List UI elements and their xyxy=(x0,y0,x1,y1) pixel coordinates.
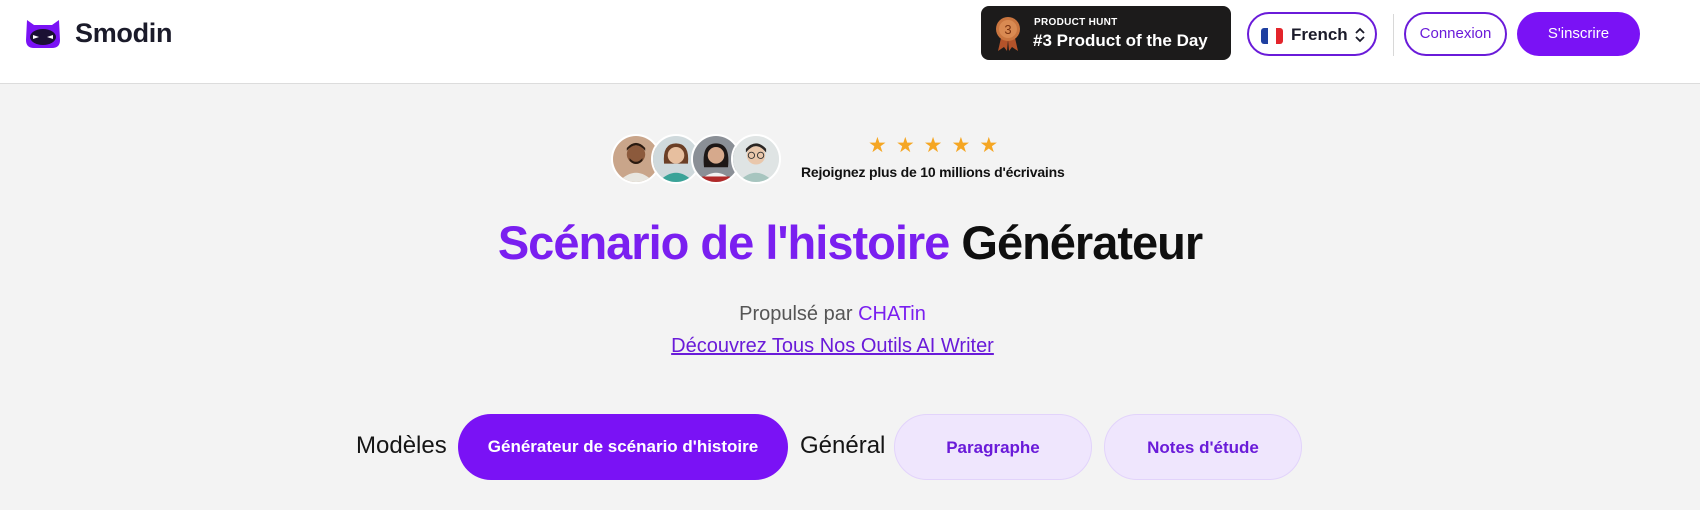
star-icon: ★ xyxy=(895,133,915,157)
powered-brand: CHATin xyxy=(858,303,926,325)
medal-number: 3 xyxy=(1004,22,1011,37)
brand-logo[interactable]: Smodin xyxy=(22,16,173,50)
page-title: Scénario de l'histoire Générateur xyxy=(0,215,1700,270)
product-hunt-badge[interactable]: 3 PRODUCT HUNT #3 Product of the Day xyxy=(981,6,1231,60)
discover-tools-link[interactable]: Découvrez Tous Nos Outils AI Writer xyxy=(671,335,994,357)
language-label: French xyxy=(1291,25,1348,44)
smodin-robot-icon xyxy=(26,20,60,48)
france-flag-icon xyxy=(1261,28,1283,44)
avatar xyxy=(731,134,781,184)
star-icon: ★ xyxy=(979,133,999,157)
language-selector[interactable]: French xyxy=(1247,12,1377,56)
tab-study-notes[interactable]: Notes d'étude xyxy=(1104,414,1302,480)
join-writers-text: Rejoignez plus de 10 millions d'écrivain… xyxy=(801,164,1065,180)
rating-stars: ★ ★ ★ ★ ★ xyxy=(868,133,998,157)
product-hunt-label: PRODUCT HUNT xyxy=(1034,17,1118,28)
product-hunt-rank: #3 Product of the Day xyxy=(1033,31,1208,50)
top-navigation-bar: Smodin 3 PRODUCT HUNT #3 Product of the … xyxy=(0,0,1700,84)
star-icon: ★ xyxy=(923,133,943,157)
title-rest: Générateur xyxy=(961,216,1203,269)
star-icon: ★ xyxy=(951,133,971,157)
general-label: Général xyxy=(800,432,886,459)
models-label: Modèles xyxy=(356,432,447,459)
medal-icon: 3 xyxy=(996,17,1020,51)
signup-button[interactable]: S'inscrire xyxy=(1517,12,1640,56)
brand-name: Smodin xyxy=(75,17,173,48)
star-icon: ★ xyxy=(868,133,887,157)
chevron-up-down-icon xyxy=(1355,27,1365,43)
header-divider xyxy=(1393,14,1394,56)
title-highlight: Scénario de l'histoire xyxy=(497,216,950,269)
powered-prefix: Propulsé par xyxy=(739,303,853,325)
tab-story-scenario-generator[interactable]: Générateur de scénario d'histoire xyxy=(458,414,788,480)
login-button[interactable]: Connexion xyxy=(1404,12,1507,56)
discover-tools-line: Découvrez Tous Nos Outils AI Writer xyxy=(0,335,1665,358)
powered-by-line: Propulsé par CHATin xyxy=(0,303,1665,326)
tab-paragraph[interactable]: Paragraphe xyxy=(894,414,1092,480)
